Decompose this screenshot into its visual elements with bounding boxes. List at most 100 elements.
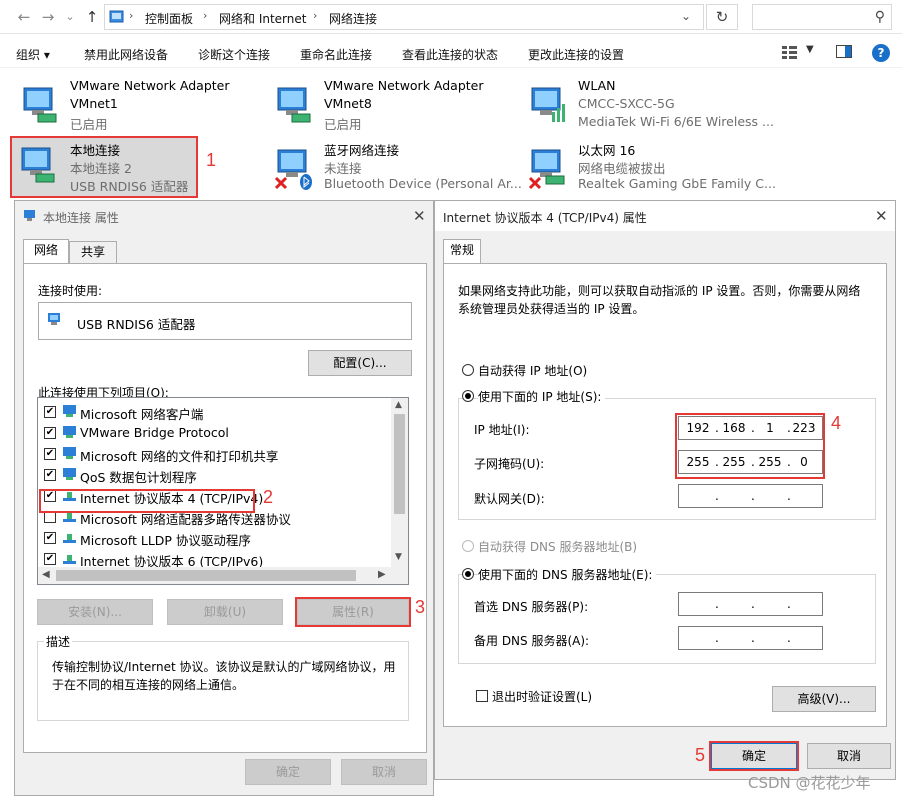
dns-dot: .: [787, 597, 791, 611]
preview-pane-icon[interactable]: [836, 45, 852, 59]
annotation-box-1: [10, 136, 198, 198]
address-box[interactable]: › 控制面板 › 网络和 Internet › 网络连接 ⌄: [104, 4, 704, 30]
ip-address-label: IP 地址(I):: [474, 423, 530, 437]
item-label: VMware Bridge Protocol: [80, 425, 229, 440]
scroll-up-icon[interactable]: ▲: [395, 400, 402, 410]
list-item[interactable]: ✔ Microsoft 网络的文件和打印机共享: [44, 444, 390, 464]
install-button[interactable]: 安装(N)...: [37, 599, 153, 625]
network-adapter-icon: [528, 149, 565, 190]
general-tab-panel: 如果网络支持此功能，则可以获取自动指派的 IP 设置。否则，你需要从网络系统管理…: [443, 263, 887, 727]
auto-ip-label: 自动获得 IP 地址(O): [478, 364, 588, 378]
scroll-thumb[interactable]: [394, 414, 405, 514]
item-label: Microsoft 网络客户端: [80, 407, 204, 422]
tab-general[interactable]: 常规: [443, 239, 481, 263]
preferred-dns-label: 首选 DNS 服务器(P):: [474, 600, 589, 614]
gateway-label: 默认网关(D):: [474, 492, 545, 506]
validate-checkbox[interactable]: [476, 690, 488, 702]
change-settings-button[interactable]: 更改此连接的设置: [528, 46, 624, 63]
ipv4-properties-dialog: Internet 协议版本 4 (TCP/IPv4) 属性 ✕ 常规 如果网络支…: [434, 200, 896, 780]
tab-sharing[interactable]: 共享: [69, 241, 117, 263]
view-status-button[interactable]: 查看此连接的状态: [402, 46, 498, 63]
adapter-wlan[interactable]: WLAN CMCC-SXCC-5G MediaTek Wi-Fi 6/6E Wi…: [522, 78, 782, 132]
uninstall-button[interactable]: 卸载(U): [167, 599, 283, 625]
item-checkbox[interactable]: ✔: [44, 532, 56, 544]
manual-dns-label: 使用下面的 DNS 服务器地址(E):: [478, 566, 657, 583]
command-bar: 组织 ▾ 禁用此网络设备 诊断这个连接 重命名此连接 查看此连接的状态 更改此连…: [0, 38, 902, 68]
horizontal-scrollbar[interactable]: ◀ ▶: [38, 567, 408, 584]
advanced-button[interactable]: 高级(V)...: [772, 686, 876, 712]
breadcrumb-network-internet[interactable]: 网络和 Internet: [219, 10, 306, 27]
annotation-number-5: 5: [695, 745, 706, 765]
vertical-scrollbar[interactable]: ▲ ▼: [391, 398, 408, 568]
configure-button[interactable]: 配置(C)...: [308, 350, 412, 376]
item-checkbox[interactable]: ✔: [44, 427, 56, 439]
service-icon: [63, 468, 76, 480]
adapter-status: 未连接: [324, 161, 362, 176]
disable-device-button[interactable]: 禁用此网络设备: [84, 46, 168, 63]
list-item[interactable]: ✔ Microsoft LLDP 协议驱动程序: [44, 528, 390, 548]
search-input[interactable]: ⚲: [752, 4, 892, 30]
auto-ip-radio[interactable]: [462, 364, 474, 376]
item-checkbox[interactable]: ✔: [44, 406, 56, 418]
service-icon: [63, 426, 76, 438]
alternate-dns-field[interactable]: . . .: [678, 626, 823, 650]
manual-dns-radio[interactable]: [462, 568, 474, 580]
adapter-name: WLAN: [578, 78, 616, 93]
annotation-box-4: [675, 413, 825, 479]
close-icon[interactable]: ✕: [875, 207, 888, 225]
adapter-field: USB RNDIS6 适配器: [38, 302, 412, 340]
list-item[interactable]: ✔ Microsoft 网络客户端: [44, 402, 390, 422]
auto-dns-radio[interactable]: [462, 540, 474, 552]
scroll-down-icon[interactable]: ▼: [395, 552, 402, 562]
manual-ip-radio[interactable]: [462, 390, 474, 402]
up-arrow-icon[interactable]: ↑: [82, 7, 102, 27]
breadcrumb-network-connections[interactable]: 网络连接: [329, 10, 377, 27]
adapter-name: USB RNDIS6 适配器: [77, 317, 196, 332]
recent-chevron-icon[interactable]: ⌄: [60, 7, 80, 27]
protocol-icon: [63, 534, 76, 543]
adapter-name: VMware Network Adapter: [70, 78, 230, 93]
dns-dot: .: [751, 631, 755, 645]
view-dropdown-icon[interactable]: ▼: [806, 44, 814, 55]
adapter-ethernet-16[interactable]: 以太网 16 网络电缆被拔出 Realtek Gaming GbE Family…: [522, 140, 782, 194]
item-label: QoS 数据包计划程序: [80, 470, 197, 485]
validate-label: 退出时验证设置(L): [492, 690, 593, 704]
adapter-line2: VMnet1: [70, 96, 118, 111]
search-icon: ⚲: [874, 9, 885, 25]
watermark: CSDN @花花少年: [748, 774, 871, 792]
item-checkbox[interactable]: ✔: [44, 469, 56, 481]
item-checkbox[interactable]: ✔: [44, 448, 56, 460]
view-options-icon[interactable]: [782, 45, 798, 59]
list-item[interactable]: ✔ Internet 协议版本 6 (TCP/IPv6): [44, 549, 390, 569]
preferred-dns-field[interactable]: . . .: [678, 592, 823, 616]
cancel-button[interactable]: 取消: [807, 743, 891, 769]
close-icon[interactable]: ✕: [413, 207, 426, 225]
forward-arrow-icon[interactable]: →: [38, 7, 58, 27]
wireless-adapter-icon: [531, 87, 565, 122]
tab-network[interactable]: 网络: [23, 239, 69, 263]
rename-button[interactable]: 重命名此连接: [300, 46, 372, 63]
scroll-left-icon[interactable]: ◀: [42, 569, 50, 580]
breadcrumb-separator: ›: [313, 9, 318, 22]
list-item[interactable]: ✔ QoS 数据包计划程序: [44, 465, 390, 485]
list-item[interactable]: ✔ VMware Bridge Protocol: [44, 423, 390, 443]
ok-button[interactable]: 确定: [245, 759, 331, 785]
scroll-thumb[interactable]: [56, 570, 356, 581]
diagnose-button[interactable]: 诊断这个连接: [198, 46, 270, 63]
breadcrumb-control-panel[interactable]: 控制面板: [145, 10, 193, 27]
adapter-vmnet8[interactable]: VMware Network Adapter VMnet8 已启用: [268, 78, 508, 132]
adapter-device: Realtek Gaming GbE Family C...: [578, 176, 776, 191]
address-dropdown-icon[interactable]: ⌄: [681, 9, 691, 23]
gateway-dot: .: [751, 489, 755, 503]
item-checkbox[interactable]: ✔: [44, 553, 56, 565]
scroll-right-icon[interactable]: ▶: [378, 569, 386, 580]
back-arrow-icon[interactable]: ←: [14, 7, 34, 27]
refresh-icon[interactable]: ↻: [706, 4, 738, 30]
item-label: Microsoft LLDP 协议驱动程序: [80, 533, 251, 548]
adapter-vmnet1[interactable]: VMware Network Adapter VMnet1 已启用: [14, 78, 254, 132]
cancel-button[interactable]: 取消: [341, 759, 427, 785]
help-icon[interactable]: ?: [872, 44, 890, 62]
organize-menu[interactable]: 组织 ▾: [16, 46, 50, 63]
adapter-bluetooth[interactable]: 蓝牙网络连接 未连接 Bluetooth Device (Personal Ar…: [268, 140, 522, 194]
gateway-field[interactable]: . . .: [678, 484, 823, 508]
